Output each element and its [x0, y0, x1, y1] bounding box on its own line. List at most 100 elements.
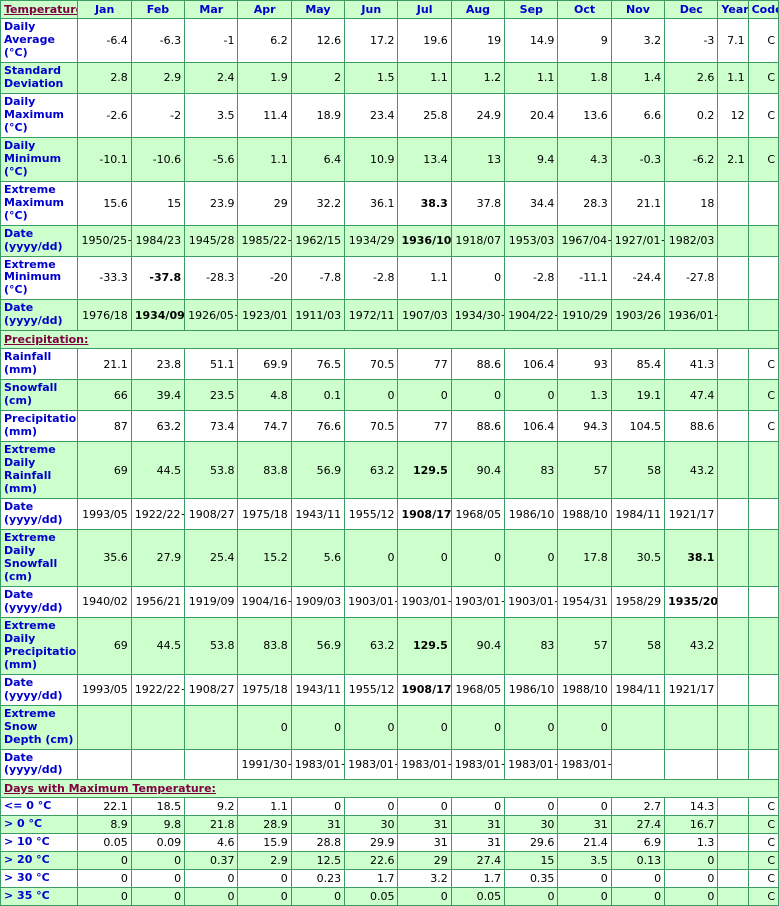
- cell-jun: 63.2: [344, 441, 399, 500]
- cell-dec: 0: [664, 851, 719, 871]
- row-label: Date (yyyy/dd): [0, 498, 79, 530]
- cell-jun: 1934/29: [344, 224, 399, 257]
- cell-jun: 70.5: [344, 410, 399, 443]
- column-header-nov: Nov: [610, 0, 666, 19]
- row-label: > 10 °C: [0, 833, 79, 853]
- cell-aug: 24.9: [450, 92, 506, 138]
- cell-mar: 53.8: [184, 616, 239, 675]
- cell-feb: 1934/09: [130, 299, 186, 332]
- cell-mar: -5.6: [184, 136, 239, 182]
- cell-year: [717, 348, 749, 381]
- cell-jun: 36.1: [344, 180, 399, 226]
- row-label: Date (yyyy/dd): [0, 748, 79, 781]
- cell-code: C: [747, 61, 779, 94]
- table-row: Standard Deviation 2.8 2.9 2.4 1.9 2 1.5 1.1 1.2…: [0, 61, 779, 94]
- cell-aug: 1918/07: [450, 224, 506, 257]
- cell-aug: 0.05: [450, 887, 506, 906]
- table-row: Precipitation (mm) 87 63.2 73.4 74.7 76.6 70.5…: [0, 410, 779, 443]
- cell-year: [717, 815, 749, 835]
- cell-jul: 19.6: [397, 18, 452, 63]
- cell-code: C: [747, 92, 779, 138]
- cell-feb: 44.5: [130, 441, 186, 500]
- cell-jul: 1908/17: [397, 673, 452, 706]
- row-label: Daily Maximum (°C): [0, 92, 79, 138]
- cell-code: C: [747, 136, 779, 182]
- cell-jun: 1983/01+: [344, 748, 399, 781]
- cell-aug: 31: [450, 833, 506, 853]
- cell-nov: 58: [610, 616, 666, 675]
- row-label: <= 0 °C: [0, 797, 79, 817]
- cell-may: 18.9: [290, 92, 346, 138]
- cell-nov: 1984/11: [610, 673, 666, 706]
- row-label: > 20 °C: [0, 851, 79, 871]
- cell-apr: 74.7: [237, 410, 292, 443]
- cell-dec: 1936/01+: [664, 299, 719, 332]
- cell-jun: 30: [344, 815, 399, 835]
- cell-oct: 21.4: [557, 833, 612, 853]
- cell-dec: -3: [664, 18, 719, 63]
- cell-aug: 1934/30+: [450, 299, 506, 332]
- cell-code: C: [747, 348, 779, 381]
- cell-code: C: [747, 887, 779, 906]
- cell-feb: 1956/21: [130, 585, 186, 618]
- table-row: Daily Average (°C) -6.4 -6.3 -1 6.2 12.6 17.2 1…: [0, 18, 779, 63]
- table-row: Extreme Daily Rainfall (mm) 69 44.5 53.8 83.…: [0, 441, 779, 500]
- cell-feb: -2: [130, 92, 186, 138]
- cell-jan: 35.6: [77, 528, 132, 587]
- cell-jan: -6.4: [77, 18, 132, 63]
- cell-oct: 57: [557, 441, 612, 500]
- cell-sep: 1983/01+: [504, 748, 559, 781]
- cell-dec: 1921/17: [664, 673, 719, 706]
- table-body: Temperature:JanFebMarAprMayJunJulAugSepO…: [0, 0, 779, 906]
- cell-feb: 1922/22+: [130, 498, 186, 530]
- cell-dec: 88.6: [664, 410, 719, 443]
- cell-feb: 0: [130, 869, 186, 889]
- cell-feb: -6.3: [130, 18, 186, 63]
- cell-code: C: [747, 851, 779, 871]
- cell-sep: 1904/22+: [504, 299, 559, 332]
- cell-mar: 51.1: [184, 348, 239, 381]
- cell-oct: 0: [557, 869, 612, 889]
- cell-oct: 1.3: [557, 379, 612, 412]
- cell-jul: 77: [397, 348, 452, 381]
- table-row: Extreme Maximum (°C) 15.6 15 23.9 29 32.2 36.1…: [0, 180, 779, 226]
- cell-apr: 0: [237, 704, 292, 750]
- cell-aug: 0: [450, 797, 506, 817]
- cell-nov: 3.2: [610, 18, 666, 63]
- row-label: Daily Average (°C): [0, 18, 79, 63]
- column-header-jul: Jul: [397, 0, 452, 19]
- cell-dec: 38.1: [664, 528, 719, 587]
- cell-apr: 15.2: [237, 528, 292, 587]
- cell-year: [717, 379, 749, 412]
- cell-sep: 1.1: [504, 61, 559, 94]
- cell-feb: 1984/23: [130, 224, 186, 257]
- cell-nov: 0: [610, 887, 666, 906]
- row-label: Date (yyyy/dd): [0, 299, 79, 332]
- cell-feb: 0: [130, 887, 186, 906]
- cell-mar: 1908/27: [184, 673, 239, 706]
- cell-sep: 106.4: [504, 410, 559, 443]
- cell-jul: 1908/17: [397, 498, 452, 530]
- cell-year: 2.1: [717, 136, 749, 182]
- cell-apr: -20: [237, 255, 292, 301]
- cell-year: [717, 299, 749, 332]
- cell-apr: 11.4: [237, 92, 292, 138]
- cell-year: [717, 410, 749, 443]
- cell-dec: -27.8: [664, 255, 719, 301]
- cell-may: 2: [290, 61, 346, 94]
- cell-jun: 0: [344, 704, 399, 750]
- cell-sep: 29.6: [504, 833, 559, 853]
- cell-jul: 1903/01+: [397, 585, 452, 618]
- cell-year: [717, 255, 749, 301]
- cell-oct: 0: [557, 797, 612, 817]
- table-row: > 35 °C 0 0 0 0 0 0.05 0 0.05 0 0 0 0 C: [0, 887, 779, 906]
- row-label: > 35 °C: [0, 887, 79, 906]
- cell-jan: 21.1: [77, 348, 132, 381]
- cell-code: [747, 673, 779, 706]
- cell-may: 32.2: [290, 180, 346, 226]
- cell-may: 1962/15: [290, 224, 346, 257]
- cell-dec: 0: [664, 869, 719, 889]
- column-header-may: May: [290, 0, 346, 19]
- cell-oct: 17.8: [557, 528, 612, 587]
- cell-sep: 1986/10: [504, 498, 559, 530]
